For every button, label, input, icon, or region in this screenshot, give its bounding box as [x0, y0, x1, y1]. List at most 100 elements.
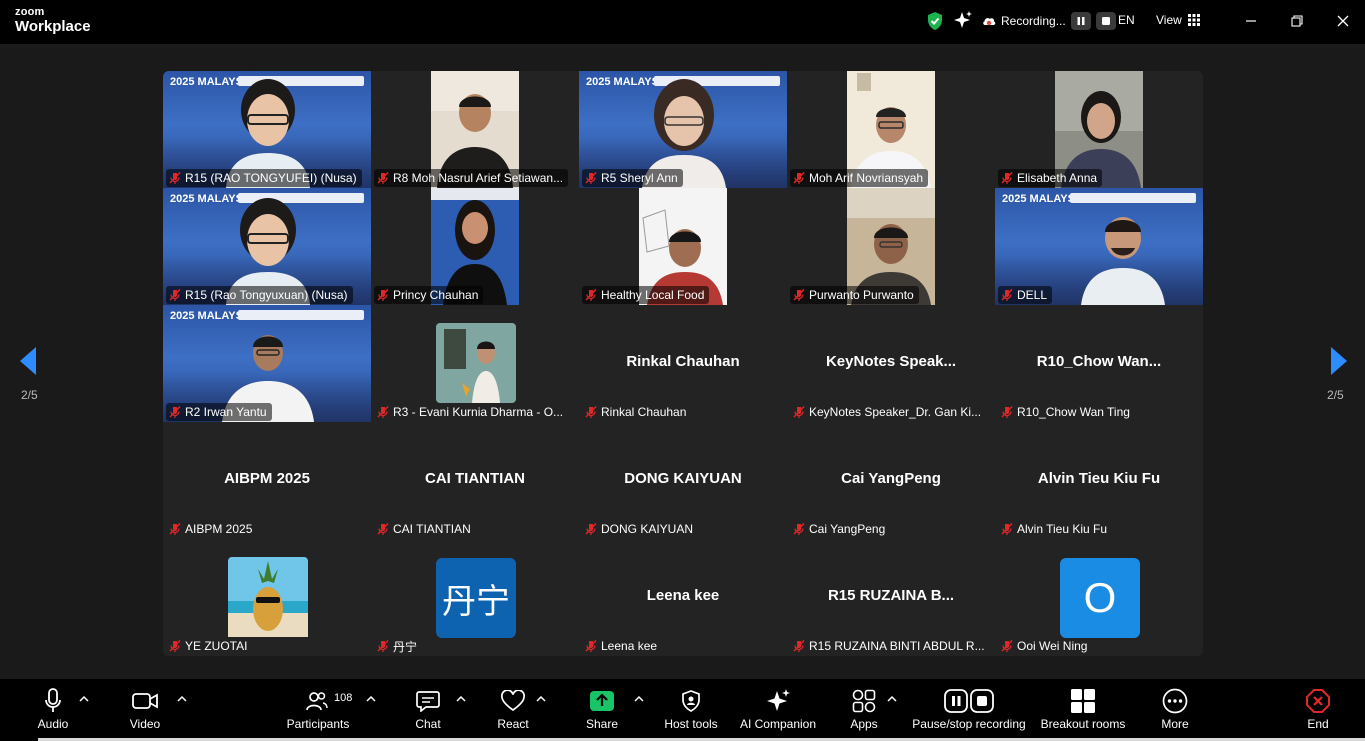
breakout-rooms-icon — [1071, 689, 1095, 713]
participant-tile[interactable]: R3 - Evani Kurnia Dharma - O... — [371, 305, 579, 422]
ai-companion-button[interactable]: AI Companion — [736, 679, 820, 741]
zoom-logo: zoom Workplace — [15, 7, 91, 35]
minimize-button[interactable] — [1241, 11, 1261, 31]
end-label: End — [1307, 717, 1329, 731]
host-tools-shield-icon — [682, 690, 700, 712]
security-shield-icon[interactable] — [926, 11, 944, 31]
react-button[interactable]: React — [492, 679, 534, 741]
stop-recording-button[interactable] — [1095, 12, 1116, 30]
restore-icon — [1291, 15, 1303, 27]
participant-nameplate: DONG KAIYUAN — [582, 520, 698, 538]
muted-mic-icon — [377, 289, 389, 301]
muted-mic-icon — [585, 406, 597, 418]
participant-tile[interactable]: Cai YangPeng Cai YangPeng — [787, 422, 995, 539]
chat-label: Chat — [415, 717, 441, 731]
participant-tile[interactable]: Healthy Local Food — [579, 188, 787, 305]
pause-recording-label: Pause/stop recording — [912, 717, 1026, 731]
participant-tile[interactable]: R15 RUZAINA B... R15 RUZAINA BINTI ABDUL… — [787, 539, 995, 656]
participant-tile[interactable]: 2025 MALAYSIA ICPM R2 Irwan Yantu — [163, 305, 371, 422]
breakout-rooms-label: Breakout rooms — [1040, 717, 1126, 731]
view-button[interactable]: View — [1156, 13, 1200, 27]
participant-nameplate: Purwanto Purwanto — [790, 286, 919, 304]
participant-tile[interactable]: R10_Chow Wan... R10_Chow Wan Ting — [995, 305, 1203, 422]
participant-tile[interactable]: 丹宁 丹宁 — [371, 539, 579, 656]
chat-options-chevron-up-icon[interactable] — [456, 695, 466, 703]
pineapple-profile-picture — [228, 557, 308, 637]
language-selector[interactable]: EN — [1118, 13, 1135, 27]
participants-button[interactable]: Participants — [283, 679, 353, 741]
host-tools-label: Host tools — [664, 717, 718, 731]
participants-label: Participants — [286, 717, 350, 731]
participant-tile[interactable]: Purwanto Purwanto — [787, 188, 995, 305]
react-options-chevron-up-icon[interactable] — [536, 695, 546, 703]
participant-tile[interactable]: 2025 MALAYSIA ICPM R15 (Rao Tongyuxuan) … — [163, 188, 371, 305]
participant-nameplate: R5 Sheryl Ann — [582, 169, 683, 187]
page-indicator-left: 2/5 — [21, 388, 38, 402]
breakout-rooms-button[interactable]: Breakout rooms — [1038, 679, 1128, 741]
zoom-meeting-window: zoom Workplace Recording... EN View 2/5 … — [0, 0, 1365, 741]
participant-tile[interactable]: 2025 MALAYSIA ICPM R5 Sheryl Ann — [579, 71, 787, 188]
host-tools-button[interactable]: Host tools — [661, 679, 721, 741]
participant-tile[interactable]: O Ooi Wei Ning — [995, 539, 1203, 656]
video-options-chevron-up-icon[interactable] — [177, 695, 187, 703]
apps-button[interactable]: Apps — [845, 679, 883, 741]
restore-button[interactable] — [1287, 11, 1307, 31]
participant-tile[interactable]: Rinkal Chauhan Rinkal Chauhan — [579, 305, 787, 422]
muted-mic-icon — [377, 523, 389, 535]
participant-name: R2 Irwan Yantu — [185, 405, 267, 419]
audio-label: Audio — [37, 717, 69, 731]
share-screen-button[interactable]: Share — [582, 679, 622, 741]
apps-icon — [852, 689, 876, 713]
participant-tile[interactable]: Alvin Tieu Kiu Fu Alvin Tieu Kiu Fu — [995, 422, 1203, 539]
participant-name: R8 Moh Nasrul Arief Setiawan... — [393, 171, 564, 185]
recording-indicator[interactable]: Recording... — [982, 12, 1116, 30]
participant-tile[interactable]: DONG KAIYUAN DONG KAIYUAN — [579, 422, 787, 539]
audio-button[interactable]: Audio — [33, 679, 73, 741]
video-gallery-grid: 2025 MALAYSIA ICPM R15 (RAO TONGYUFEI) (… — [163, 71, 1203, 656]
end-meeting-button[interactable]: End — [1298, 679, 1338, 741]
minimize-icon — [1246, 20, 1256, 22]
participant-tile[interactable]: Leena kee Leena kee — [579, 539, 787, 656]
cloud-recording-icon — [983, 18, 996, 26]
participant-tile[interactable]: Princy Chauhan — [371, 188, 579, 305]
video-button[interactable]: Video — [124, 679, 166, 741]
participant-video — [436, 323, 516, 403]
ai-sparkle-icon[interactable] — [953, 10, 973, 30]
previous-page-arrow-icon[interactable] — [18, 346, 40, 376]
participant-nameplate: R15 (Rao Tongyuxuan) (Nusa) — [166, 286, 353, 304]
participant-tile[interactable]: R8 Moh Nasrul Arief Setiawan... — [371, 71, 579, 188]
participant-name: Purwanto Purwanto — [809, 288, 914, 302]
participant-tile[interactable]: Elisabeth Anna — [995, 71, 1203, 188]
close-window-button[interactable] — [1333, 11, 1353, 31]
more-button[interactable]: More — [1155, 679, 1195, 741]
audio-options-chevron-up-icon[interactable] — [79, 695, 89, 703]
participant-tile[interactable]: 2025 MALAYSIA ICPM R15 (RAO TONGYUFEI) (… — [163, 71, 371, 188]
participant-tile[interactable]: AIBPM 2025 AIBPM 2025 — [163, 422, 371, 539]
muted-mic-icon — [1001, 406, 1013, 418]
participant-name: CAI TIANTIAN — [393, 522, 471, 536]
participant-nameplate: Rinkal Chauhan — [582, 403, 691, 421]
apps-options-chevron-up-icon[interactable] — [887, 695, 897, 703]
participant-display-name: Leena kee — [646, 587, 720, 604]
share-options-chevron-up-icon[interactable] — [634, 695, 644, 703]
next-page-arrow-icon[interactable] — [1327, 346, 1349, 376]
participant-name: Leena kee — [601, 639, 658, 653]
chat-button[interactable]: Chat — [408, 679, 448, 741]
participant-name: Cai YangPeng — [809, 522, 886, 536]
meeting-toolbar: Audio Video Participants 108 Chat React … — [0, 679, 1365, 741]
video-camera-icon — [132, 693, 158, 709]
participant-tile[interactable]: KeyNotes Speak... KeyNotes Speaker_Dr. G… — [787, 305, 995, 422]
participant-tile[interactable]: 2025 MALAYSIA ICPM DELL — [995, 188, 1203, 305]
participants-options-chevron-up-icon[interactable] — [366, 695, 376, 703]
pause-recording-button[interactable] — [1070, 12, 1091, 30]
participant-tile[interactable]: Moh Arif Novriansyah — [787, 71, 995, 188]
sponsor-strip — [1070, 193, 1196, 203]
participant-count: 108 — [334, 692, 353, 704]
muted-mic-icon — [793, 406, 805, 418]
participant-name: AIBPM 2025 — [185, 522, 253, 536]
pause-stop-recording-button[interactable]: Pause/stop recording — [910, 679, 1028, 741]
muted-mic-icon — [377, 406, 389, 418]
participant-tile[interactable]: YE ZUOTAI — [163, 539, 371, 656]
participant-tile[interactable]: CAI TIANTIAN CAI TIANTIAN — [371, 422, 579, 539]
participant-name: R3 - Evani Kurnia Dharma - O... — [393, 405, 564, 419]
